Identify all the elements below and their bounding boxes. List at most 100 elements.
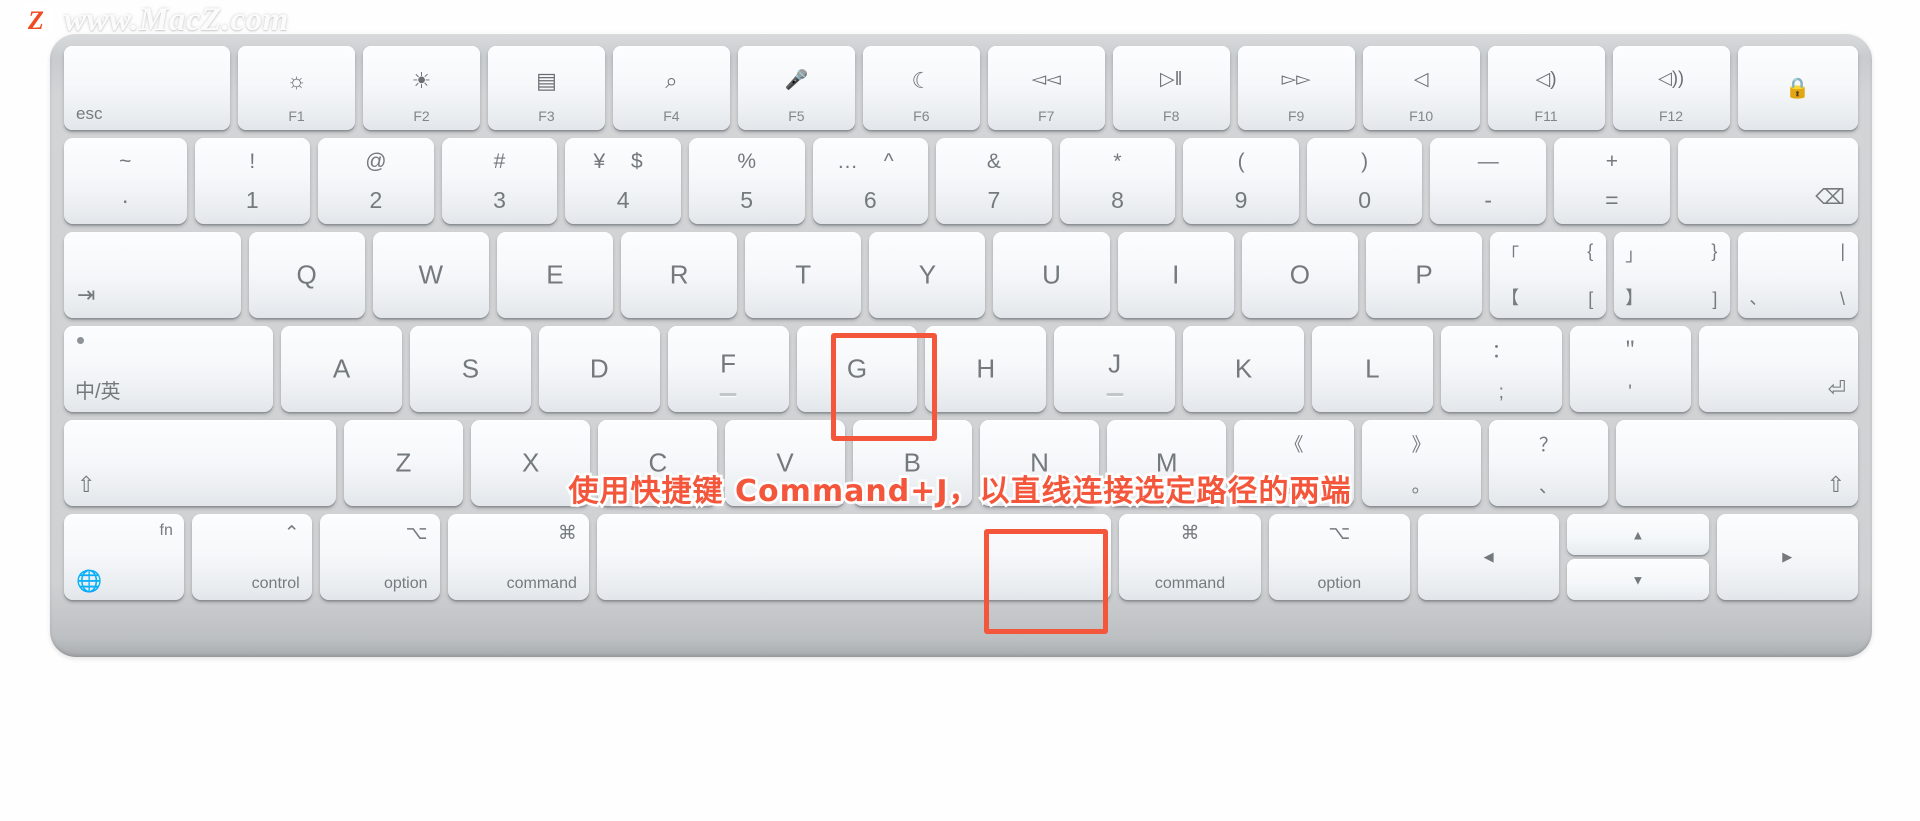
key-h[interactable]: H — [925, 326, 1047, 412]
key-equal-upper: + — [1605, 150, 1618, 173]
key-return[interactable]: ⏎ — [1698, 326, 1859, 412]
key-arrow-right[interactable]: ▶ — [1716, 514, 1858, 600]
key-f8[interactable]: ▷‖ F8 — [1112, 46, 1230, 130]
key-left-bracket[interactable]: 「 { 【 [ — [1490, 232, 1607, 318]
key-f6-label: F6 — [913, 108, 930, 124]
key-w-label: W — [418, 259, 444, 290]
key-right-option-label: option — [1317, 575, 1362, 592]
key-backslash[interactable]: | 、 \ — [1738, 232, 1859, 318]
key-quote-upper: ＂ — [1620, 341, 1640, 362]
key-f[interactable]: F — [667, 326, 789, 412]
key-f-label: F — [720, 348, 737, 379]
key-8[interactable]: * 8 — [1059, 138, 1176, 224]
key-right-command[interactable]: ⌘ command — [1119, 514, 1261, 600]
key-3-upper: # — [493, 150, 506, 173]
command-icon: ⌘ — [557, 523, 577, 544]
key-s[interactable]: S — [409, 326, 531, 412]
key-a[interactable]: A — [281, 326, 402, 412]
key-9[interactable]: ( 9 — [1183, 138, 1299, 224]
key-f11[interactable]: ◁) F11 — [1487, 46, 1605, 130]
key-f1-label: F1 — [288, 108, 305, 124]
key-r[interactable]: R — [621, 232, 738, 318]
key-backslash-pipe: | — [1840, 241, 1846, 261]
key-4-upper: ¥ $ — [593, 150, 653, 173]
key-f12[interactable]: ◁)) F12 — [1612, 46, 1730, 130]
key-i[interactable]: I — [1117, 232, 1234, 318]
key-1-upper: ! — [249, 150, 256, 173]
key-equal[interactable]: + = — [1554, 138, 1670, 224]
key-quote[interactable]: ＂ ' — [1569, 326, 1691, 412]
key-semicolon[interactable]: ： ; — [1440, 326, 1562, 412]
key-e[interactable]: E — [496, 232, 614, 318]
key-k-label: K — [1234, 353, 1253, 384]
key-q[interactable]: Q — [248, 232, 365, 318]
key-f4[interactable]: ⌕ F4 — [612, 46, 730, 130]
key-arrow-left[interactable]: ◀ — [1417, 514, 1560, 600]
key-f10[interactable]: ◁ F10 — [1362, 46, 1480, 130]
key-esc[interactable]: esc — [64, 46, 231, 130]
touch-id-lock-icon: 🔒 — [1785, 77, 1811, 100]
shortcut-annotation-text: 使用快捷键 Command+J，以直线连接选定路径的两端 — [566, 472, 1353, 512]
key-touch-id[interactable]: 🔒 — [1737, 46, 1858, 130]
key-l[interactable]: L — [1311, 326, 1433, 412]
volume-down-icon: ◁) — [1535, 69, 1557, 90]
key-f9[interactable]: ▻▻ F9 — [1237, 46, 1355, 130]
key-3-lower: 3 — [493, 187, 506, 213]
maczcom-logo-icon: Z — [18, 2, 54, 39]
key-right-bracket[interactable]: 」 } 】 ] — [1614, 232, 1731, 318]
key-left-command[interactable]: ⌘ command — [447, 514, 589, 600]
key-2[interactable]: @ 2 — [318, 138, 434, 224]
arrow-down-icon: ▼ — [1631, 572, 1645, 587]
key-f11-label: F11 — [1534, 108, 1558, 124]
key-delete[interactable]: ⌫ — [1677, 138, 1858, 224]
key-f7-label: F7 — [1038, 108, 1055, 124]
key-p[interactable]: P — [1365, 232, 1483, 318]
command-icon: ⌘ — [1180, 523, 1200, 544]
key-1-lower: 1 — [245, 187, 259, 213]
key-t[interactable]: T — [745, 232, 862, 318]
key-7[interactable]: & 7 — [936, 138, 1052, 224]
key-f7[interactable]: ◅◅ F7 — [987, 46, 1105, 130]
key-d[interactable]: D — [538, 326, 660, 412]
key-f1[interactable]: ☼ F1 — [238, 46, 356, 130]
key-control[interactable]: ⌃ control — [191, 514, 312, 600]
key-6[interactable]: … ^ 6 — [812, 138, 929, 224]
key-left-option[interactable]: ⌥ option — [319, 514, 440, 600]
key-1[interactable]: ! 1 — [194, 138, 311, 224]
key-arrow-down[interactable]: ▼ — [1567, 559, 1709, 600]
key-f5[interactable]: 🎤 F5 — [737, 46, 855, 130]
key-y[interactable]: Y — [869, 232, 986, 318]
key-tab[interactable]: ⇥ — [64, 232, 241, 318]
key-f3[interactable]: ▤ F3 — [487, 46, 605, 130]
key-caps-lock[interactable]: 中/英 — [64, 326, 274, 412]
key-j[interactable]: J — [1054, 326, 1176, 412]
key-esc-label: esc — [76, 104, 103, 123]
key-u-label: U — [1042, 259, 1061, 290]
key-w[interactable]: W — [372, 232, 489, 318]
homing-bar-icon — [1106, 393, 1124, 396]
key-space[interactable] — [596, 514, 1112, 600]
key-f12-label: F12 — [1658, 108, 1684, 124]
key-g[interactable]: G — [796, 326, 918, 412]
key-left-command-label: command — [506, 575, 577, 592]
key-f6[interactable]: ☾ F6 — [862, 46, 980, 130]
key-tilde[interactable]: ~ · — [64, 138, 187, 224]
key-o[interactable]: O — [1241, 232, 1358, 318]
key-s-label: S — [461, 353, 480, 384]
spotlight-search-icon: ⌕ — [665, 68, 678, 93]
key-j-label: J — [1108, 348, 1122, 379]
key-fn[interactable]: fn 🌐 — [64, 514, 184, 600]
key-arrow-up[interactable]: ▲ — [1567, 514, 1709, 555]
key-f2[interactable]: ☀ F2 — [363, 46, 480, 130]
key-minus[interactable]: — - — [1430, 138, 1547, 224]
key-5[interactable]: % 5 — [688, 138, 805, 224]
key-k[interactable]: K — [1183, 326, 1304, 412]
key-6-upper: … ^ — [836, 150, 904, 173]
homing-bar-icon — [719, 393, 737, 396]
brightness-up-icon: ☀ — [411, 68, 432, 93]
key-4[interactable]: ¥ $ 4 — [565, 138, 681, 224]
key-0[interactable]: ) 0 — [1306, 138, 1423, 224]
key-u[interactable]: U — [993, 232, 1110, 318]
key-right-option[interactable]: ⌥ option — [1268, 514, 1410, 600]
key-3[interactable]: # 3 — [441, 138, 558, 224]
